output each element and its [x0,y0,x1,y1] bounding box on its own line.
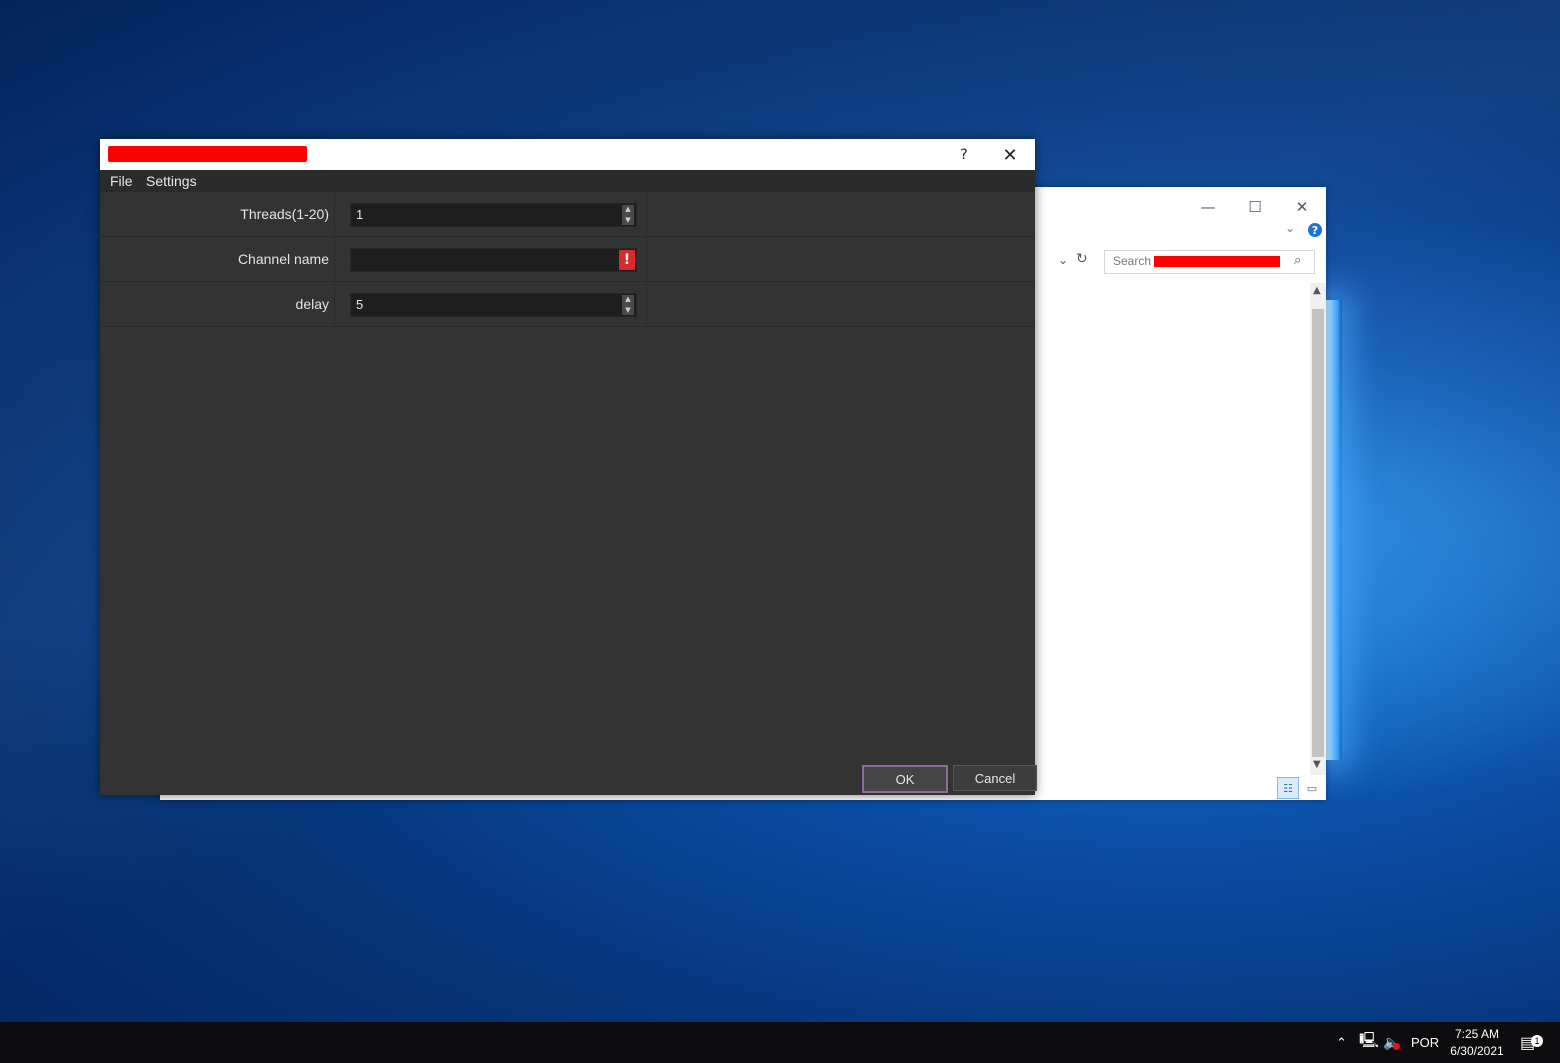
wallpaper-window-logo [1326,300,1342,760]
threads-spinbox[interactable]: 1 ▲ ▼ [350,203,637,227]
maximize-icon: ☐ [1248,198,1262,216]
explorer-help-icon[interactable]: ? [1308,223,1322,237]
explorer-scrollbar[interactable]: ▲ ▼ [1310,283,1326,775]
mute-badge-icon [1393,1043,1400,1050]
warning-glyph: ! [623,252,631,268]
help-icon: ? [960,147,968,163]
delay-value: 5 [356,297,364,312]
address-dropdown-chevron-icon[interactable]: ⌄ [1058,253,1068,267]
spin-up-icon[interactable]: ▲ [625,295,630,304]
delay-label: delay [295,296,329,312]
clock-date: 6/30/2021 [1450,1044,1504,1058]
help-glyph: ? [1311,223,1319,237]
taskbar: ⌃ 🖳 🔈 POR 7:25 AM 6/30/2021 ▤ 1 [0,1022,1560,1063]
warning-icon: ! [619,250,635,270]
menu-file[interactable]: File [110,173,133,189]
threads-label: Threads(1-20) [240,206,329,222]
spin-down-icon[interactable]: ▼ [625,216,630,225]
tray-chevron-icon[interactable]: ⌃ [1336,1022,1347,1063]
form-row-channel: Channel name ! [100,237,1035,282]
explorer-search-box[interactable]: Search ⌕ [1104,250,1315,274]
menubar: File Settings [100,170,1035,192]
search-redaction [1154,256,1280,267]
search-placeholder: Search [1113,254,1152,268]
search-icon[interactable]: ⌕ [1294,253,1301,268]
form-row-delay: delay 5 ▲ ▼ [100,282,1035,327]
spin-down-icon[interactable]: ▼ [625,306,630,315]
large-icons-view-icon[interactable]: ▭ [1301,777,1323,799]
close-button[interactable]: ✕ [996,142,1024,168]
title-redaction [108,146,307,162]
settings-dialog: ? ✕ File Settings Threads(1-20) 1 ▲ ▼ Ch… [100,139,1037,795]
scroll-up-icon[interactable]: ▲ [1313,285,1321,296]
form-row-threads: Threads(1-20) 1 ▲ ▼ [100,192,1035,237]
close-icon: ✕ [1295,198,1309,216]
notification-count: 1 [1531,1035,1543,1047]
help-button[interactable]: ? [950,142,978,168]
minimize-icon: — [1200,198,1216,216]
threads-spin-buttons[interactable]: ▲ ▼ [622,205,634,225]
menu-settings[interactable]: Settings [146,173,197,189]
details-view-icon[interactable]: ☷ [1277,777,1299,799]
clock-time: 7:25 AM [1454,1027,1500,1041]
ribbon-expand-chevron-icon[interactable]: ⌄ [1285,221,1295,235]
network-icon[interactable]: 🖳 [1359,1022,1379,1063]
dialog-titlebar[interactable]: ? ✕ [100,139,1035,170]
notification-icon[interactable]: ▤ 1 [1520,1022,1543,1063]
spin-up-icon[interactable]: ▲ [625,205,630,214]
delay-spinbox[interactable]: 5 ▲ ▼ [350,293,637,317]
scroll-thumb[interactable] [1312,309,1324,757]
channel-name-label: Channel name [237,251,329,267]
cancel-button[interactable]: Cancel [953,765,1037,791]
close-icon: ✕ [1002,144,1018,166]
ok-button[interactable]: OK [862,765,948,793]
refresh-icon[interactable]: ↻ [1076,251,1088,267]
explorer-close-button[interactable]: ✕ [1279,193,1325,221]
explorer-minimize-button[interactable]: — [1185,193,1231,221]
language-indicator[interactable]: POR [1411,1022,1439,1063]
channel-name-input[interactable]: ! [350,248,637,272]
explorer-maximize-button[interactable]: ☐ [1232,193,1278,221]
scroll-down-icon[interactable]: ▼ [1313,759,1321,770]
delay-spin-buttons[interactable]: ▲ ▼ [622,295,634,315]
taskbar-clock[interactable]: 7:25 AM 6/30/2021 [1440,1026,1514,1060]
threads-value: 1 [356,207,364,222]
